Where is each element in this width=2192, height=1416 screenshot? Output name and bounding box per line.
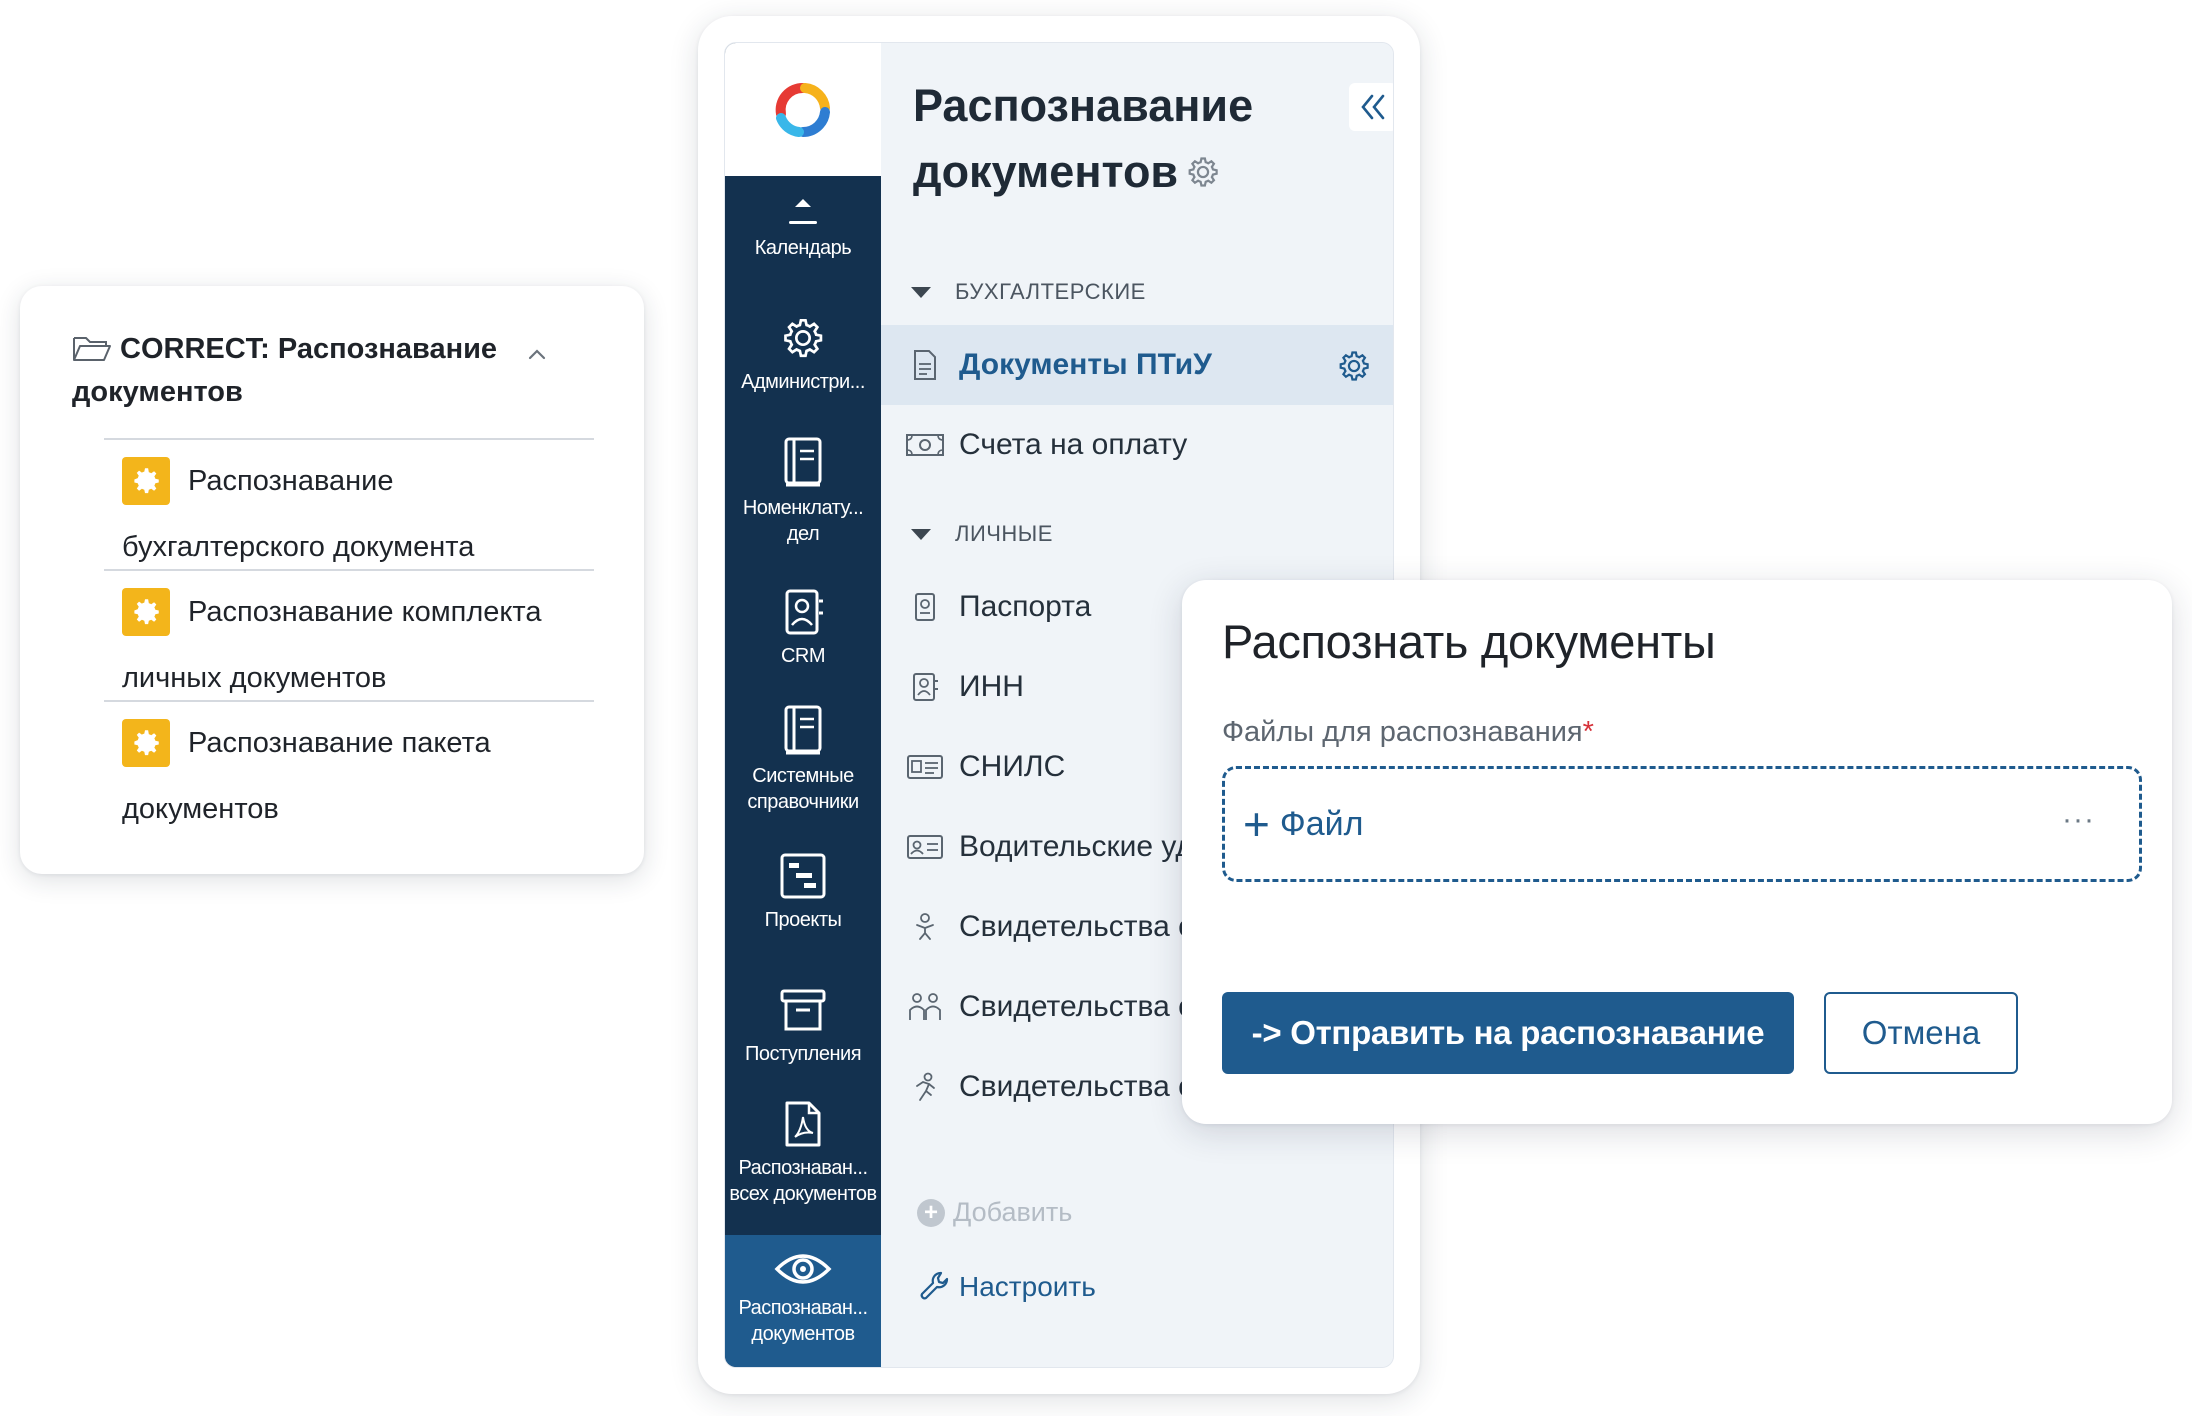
id-card-icon [905, 750, 945, 784]
folder-open-icon [73, 337, 111, 361]
plus-circle-icon: + [917, 1198, 945, 1227]
rail-item-recognize-all[interactable]: Распознаван... всех документов [725, 1099, 881, 1207]
collapse-panel-button[interactable] [1349, 83, 1393, 131]
pdf-icon [785, 1101, 821, 1147]
runner-icon [905, 1070, 945, 1104]
couple-icon [905, 990, 945, 1024]
app-logo[interactable] [725, 43, 881, 176]
process-item[interactable]: Распознавание комплекта личных документо… [104, 569, 594, 700]
rail-item-calendar[interactable]: Календарь [725, 193, 881, 261]
gear-icon [122, 457, 170, 505]
process-item[interactable]: Распознавание пакета документов [104, 700, 594, 831]
process-item-line1: Распознавание комплекта [188, 596, 542, 628]
add-item-button[interactable]: + Добавить [917, 1197, 1072, 1228]
nav-item-ptiu-documents[interactable]: Документы ПТиУ [881, 325, 1393, 405]
rail-item-incoming[interactable]: Поступления [725, 985, 881, 1067]
group-header-accounting[interactable]: БУХГАЛТЕРСКИЕ [911, 279, 1146, 305]
files-field-label: Файлы для распознавания* [1222, 716, 1594, 748]
process-item[interactable]: Распознавание бухгалтерского документа [104, 438, 594, 569]
calendar-icon [789, 199, 817, 224]
process-card: CORRECT: Распознавание документов Распоз… [20, 286, 644, 874]
chevron-up-icon[interactable] [524, 342, 550, 368]
banknote-icon [905, 428, 945, 462]
process-item-line1: Распознавание пакета [188, 727, 491, 759]
rail-item-system-directories[interactable]: Системные справочники [725, 703, 881, 815]
plus-icon: + [1243, 798, 1270, 850]
group-header-personal[interactable]: ЛИЧНЫЕ [911, 521, 1053, 547]
book-icon [784, 437, 822, 487]
rail-item-admin[interactable]: Администри... [725, 313, 881, 395]
logo-icon [775, 82, 830, 137]
add-file-button[interactable]: + Файл [1243, 798, 1363, 850]
process-title: CORRECT: Распознавание документов [72, 333, 498, 408]
license-icon [905, 830, 945, 864]
wrench-icon [920, 1271, 949, 1300]
settings-gear-icon[interactable] [1184, 153, 1222, 191]
caret-down-icon [911, 528, 931, 540]
process-item-line2: бухгалтерского документа [122, 531, 475, 563]
gear-icon [122, 588, 170, 636]
contact-icon [785, 589, 823, 635]
person-card-icon [905, 670, 945, 704]
rail-item-nomenclature[interactable]: Номенклату... дел [725, 435, 881, 547]
modal-title: Распознать документы [1222, 615, 1716, 668]
more-options-icon[interactable]: ··· [2062, 803, 2095, 837]
nav-rail: Календарь Администри... Номенклату... де… [725, 43, 881, 1367]
process-header[interactable]: CORRECT: Распознавание документов [72, 328, 592, 414]
item-settings-gear-icon[interactable] [1335, 347, 1373, 385]
page-title: Распознавание документов [913, 80, 1254, 197]
process-item-line2: личных документов [122, 662, 387, 694]
process-item-line2: документов [122, 793, 279, 825]
gear-icon [122, 719, 170, 767]
process-list: Распознавание бухгалтерского документа Р… [104, 438, 594, 831]
passport-icon [905, 590, 945, 624]
gear-icon [784, 318, 823, 358]
process-item-line1: Распознавание [188, 465, 394, 497]
cancel-button[interactable]: Отмена [1824, 992, 2018, 1074]
document-icon [905, 348, 945, 382]
double-chevron-left-icon [1361, 94, 1385, 120]
baby-icon [905, 910, 945, 944]
required-mark: * [1582, 716, 1594, 748]
projects-icon [780, 853, 826, 899]
rail-item-crm[interactable]: CRM [725, 587, 881, 669]
nav-item-invoices[interactable]: Счета на оплату [881, 405, 1393, 485]
rail-item-recognize-documents[interactable]: Распознаван... документов [725, 1235, 881, 1367]
caret-down-icon [911, 286, 931, 298]
recognize-modal: Распознать документы Файлы для распознав… [1182, 580, 2172, 1124]
file-dropzone[interactable]: + Файл ··· [1222, 766, 2142, 882]
submit-recognition-button[interactable]: -> Отправить на распознавание [1222, 992, 1794, 1074]
setup-button[interactable]: Настроить [917, 1269, 1096, 1305]
rail-item-projects[interactable]: Проекты [725, 851, 881, 933]
archive-icon [780, 989, 826, 1031]
book-icon [784, 705, 822, 755]
eye-icon [774, 1254, 832, 1284]
